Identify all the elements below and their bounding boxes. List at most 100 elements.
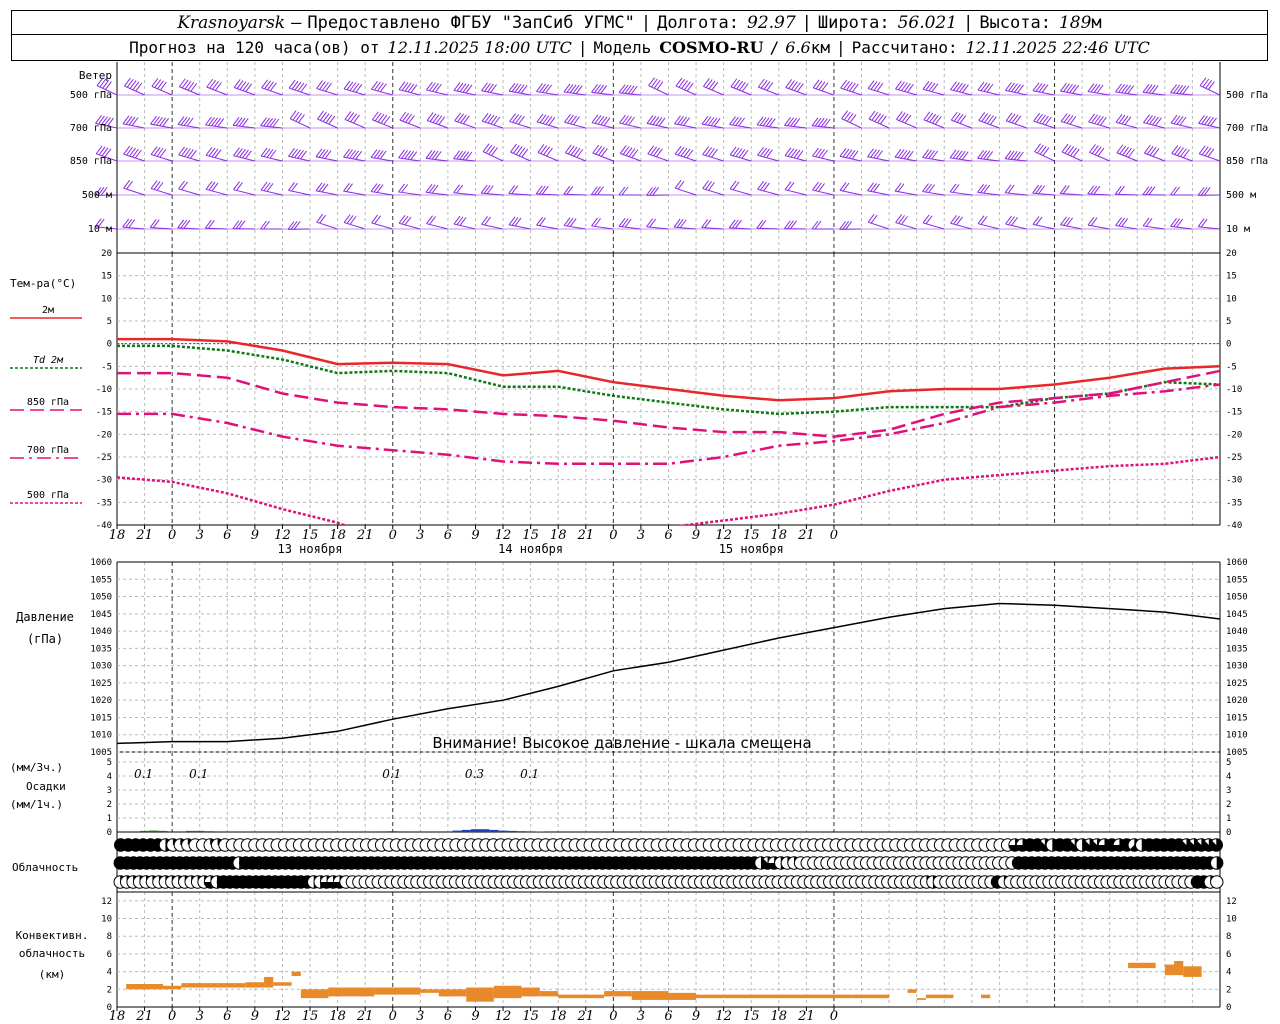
temp-legend-label: 850 гПа xyxy=(27,397,69,408)
wind-barb-feather xyxy=(263,117,271,127)
x-tick-label-lower: 21 xyxy=(577,1009,595,1024)
temp-tick-label-left: -30 xyxy=(96,476,112,486)
temp-tick-label-left: -20 xyxy=(96,430,112,440)
wind-barb-feather xyxy=(490,84,497,93)
wind-barb-feather xyxy=(977,215,985,224)
wind-barb-feather xyxy=(876,150,883,159)
precip-bar xyxy=(204,831,214,832)
wind-barb-feather xyxy=(1170,114,1178,124)
wind-barb-feather xyxy=(977,184,984,193)
x-tick-label-upper: 15 xyxy=(302,528,319,543)
wind-barb-feather xyxy=(1038,185,1046,194)
wind-barb-feather xyxy=(318,149,326,158)
wind-barb-feather xyxy=(404,82,412,92)
wind-barb-feather xyxy=(232,220,240,229)
wind-barb-feather xyxy=(1118,84,1125,93)
wind-barb-feather xyxy=(729,116,736,125)
convective-cloud-bar xyxy=(668,992,697,1000)
wind-barb-feather xyxy=(572,84,580,94)
wind-barb-feather xyxy=(131,117,139,126)
wind-barb-feather xyxy=(956,216,963,226)
wind-barb-feather xyxy=(1014,84,1021,93)
prec-tick-label-right: 1 xyxy=(1226,814,1231,824)
temp-tick-label-left: -25 xyxy=(96,453,112,463)
wind-barb-feather xyxy=(245,150,252,159)
precip-bar xyxy=(507,830,517,832)
wind-barb-feather xyxy=(1200,187,1208,196)
prec-annotation: 0.1 xyxy=(134,767,153,781)
wind-barb-feather xyxy=(784,181,792,190)
temp-tick-label-left: 20 xyxy=(101,249,112,259)
wind-barb-feather xyxy=(1152,116,1159,126)
precip-bar xyxy=(195,830,205,832)
wind-barb-feather xyxy=(1145,218,1153,227)
convective-cloud-bar xyxy=(539,991,559,997)
wind-barb-feather xyxy=(1090,83,1098,93)
wind-barb-feather xyxy=(177,116,185,125)
wind-barb-feather xyxy=(1007,184,1015,194)
convective-cloud-bar xyxy=(558,994,605,999)
wind-barb-feather xyxy=(398,81,406,90)
wind-barb-feather xyxy=(401,215,409,225)
wind-barb-feather xyxy=(459,83,467,93)
wind-barb-feather xyxy=(1115,114,1123,123)
wind-barb-feather xyxy=(128,219,136,228)
wind-barb-feather xyxy=(398,149,405,159)
wind-level-label-left: 500 гПа xyxy=(70,90,112,101)
convective-cloud-bar xyxy=(374,987,421,995)
wind-barb-feather xyxy=(1179,85,1187,94)
wind-barb-feather xyxy=(925,81,933,91)
wind-barb-feather xyxy=(1170,186,1177,196)
prec-tick-label-right: 5 xyxy=(1226,758,1231,768)
x-tick-label-upper: 0 xyxy=(168,528,176,543)
wind-barb-feather xyxy=(790,148,798,158)
convective-cloud-bar xyxy=(925,994,954,999)
prec-tick-label-right: 2 xyxy=(1226,800,1231,810)
wind-barb-feather xyxy=(870,149,877,158)
wind-barb-feather xyxy=(566,186,574,195)
wind-barb-feather xyxy=(790,117,798,127)
x-tick-label-upper: 0 xyxy=(609,528,617,543)
pres-tick-label-left: 1055 xyxy=(90,575,112,585)
wind-barb-feather xyxy=(217,118,225,127)
wind-barb-feather xyxy=(894,148,902,158)
temp-legend-label: 700 гПа xyxy=(27,445,69,456)
wind-barb-feather xyxy=(683,117,690,126)
temp-tick-label-right: -5 xyxy=(1226,362,1237,372)
x-tick-label-upper: 15 xyxy=(522,528,539,543)
wind-barb-feather xyxy=(928,150,936,159)
wind-barb-feather xyxy=(649,115,657,125)
wind-barb-feather xyxy=(349,149,356,159)
wind-barb-feather xyxy=(239,148,246,158)
wind-barb-feather xyxy=(1063,83,1070,93)
wind-barb-feather xyxy=(486,185,494,194)
wind-barb-feather xyxy=(812,181,819,191)
convective-cloud-bar xyxy=(852,994,890,999)
wind-barb-feather xyxy=(241,118,249,127)
wind-barb-feather xyxy=(952,184,960,193)
wind-barb-feather xyxy=(958,150,966,160)
convective-cloud-bar xyxy=(493,985,522,999)
wind-barb-feather xyxy=(1038,83,1046,93)
cloud-panel-label: Облачность xyxy=(12,861,78,874)
wind-barb-feather xyxy=(790,220,797,230)
wind-barb-feather xyxy=(931,150,939,160)
wind-barb-feather xyxy=(263,182,271,192)
wind-barb-feather xyxy=(735,219,742,229)
convective-cloud-bar xyxy=(1128,962,1147,969)
wind-barb-feather xyxy=(980,82,988,92)
wind-barb-feather xyxy=(1062,185,1070,194)
wind-barb-feather xyxy=(566,217,574,227)
convective-cloud-bar xyxy=(245,982,265,988)
wind-barb-feather xyxy=(1179,116,1187,126)
wind-barb-feather xyxy=(1176,85,1184,94)
wind-barb-feather xyxy=(757,147,764,156)
wind-barb-feather xyxy=(731,219,739,229)
wind-barb-feather xyxy=(842,221,850,230)
wind-barb-feather xyxy=(1204,116,1211,126)
wind-barb-feather xyxy=(873,183,880,193)
prec-tick-label-left: 5 xyxy=(107,758,112,768)
wind-barb-feather xyxy=(793,118,801,127)
wind-barb-feather xyxy=(655,117,663,126)
wind-barb-feather xyxy=(906,151,914,160)
